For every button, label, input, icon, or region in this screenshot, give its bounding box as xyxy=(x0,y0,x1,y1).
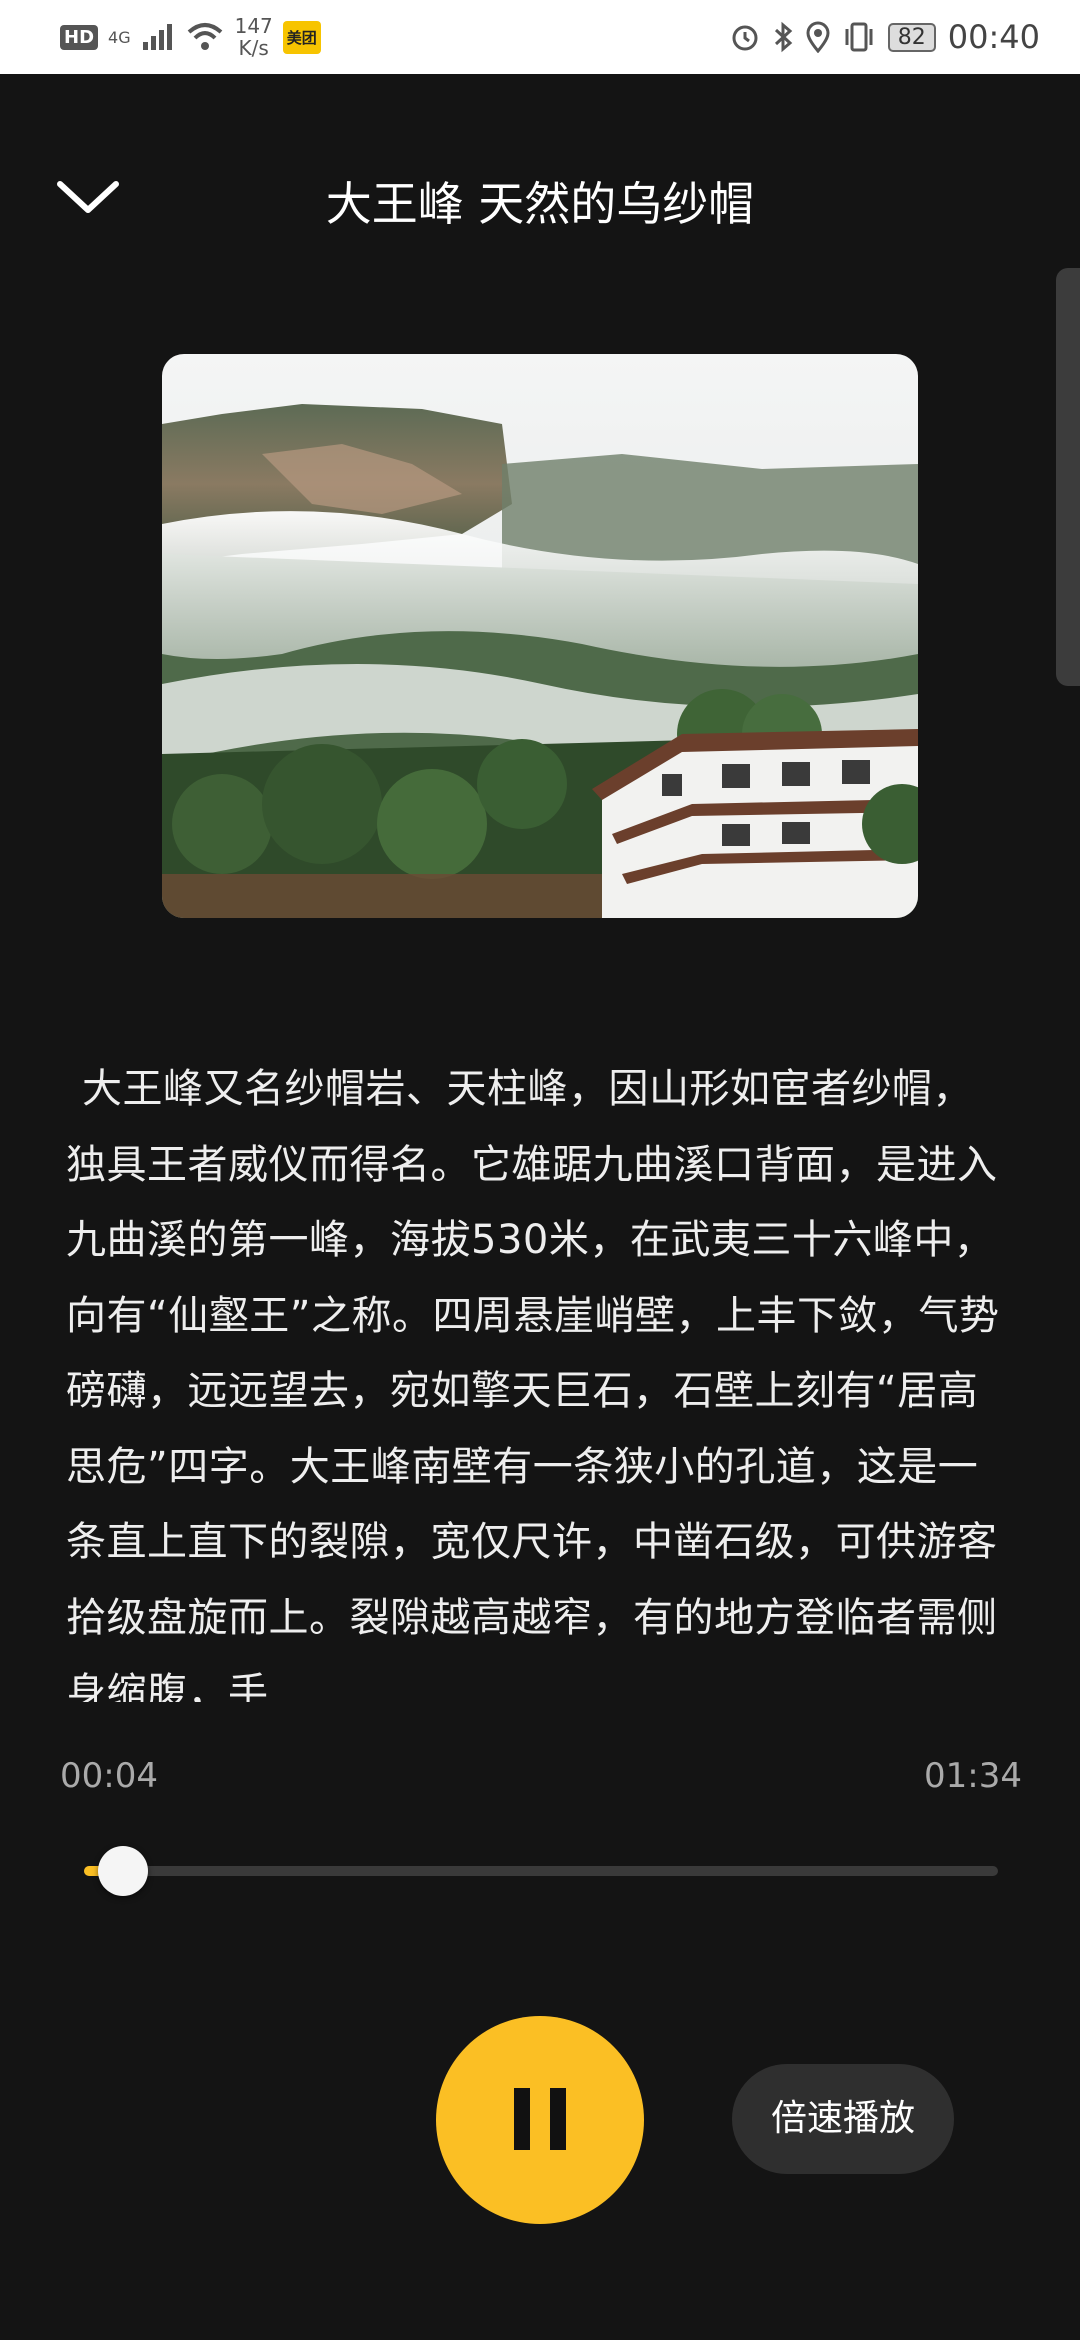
network-type: 4G xyxy=(108,27,131,47)
bluetooth-icon xyxy=(774,21,793,53)
meituan-app-icon: 美团 xyxy=(282,20,321,54)
pause-icon xyxy=(514,2088,530,2150)
page-title: 大王峰 天然的乌纱帽 xyxy=(325,177,755,231)
status-bar: HD 4G 147 K/s 美团 82 00:40 xyxy=(0,0,1080,74)
hd-badge: HD xyxy=(60,24,99,50)
current-time: 00:04 xyxy=(60,1756,158,1796)
description-text: 大王峰又名纱帽岩、天柱峰，因山形如宦者纱帽，独具王者威仪而得名。它雄踞九曲溪口背… xyxy=(66,1066,1000,1702)
progress-handle[interactable] xyxy=(98,1846,149,1896)
status-right: 82 00:40 xyxy=(730,14,1040,60)
cover-image xyxy=(162,354,918,918)
pause-icon-bar xyxy=(550,2088,566,2150)
network-speed: 147 K/s xyxy=(235,15,273,59)
speed-unit: K/s xyxy=(238,36,269,60)
progress-track[interactable] xyxy=(84,1846,998,1896)
total-time: 01:34 xyxy=(924,1756,1022,1796)
location-icon xyxy=(806,21,830,53)
status-left: HD 4G 147 K/s 美团 xyxy=(60,14,321,60)
wifi-icon xyxy=(187,23,222,50)
vibrate-icon xyxy=(845,22,873,52)
alarm-icon xyxy=(732,25,758,51)
playback-speed-button[interactable]: 倍速播放 xyxy=(732,2064,954,2174)
battery-level: 82 xyxy=(887,22,936,52)
pause-button[interactable] xyxy=(436,2016,644,2224)
mountain-photo-icon xyxy=(162,354,918,918)
status-clock: 00:40 xyxy=(947,18,1040,56)
signal-icon xyxy=(142,24,172,50)
speed-value: 147 xyxy=(234,14,273,38)
scrollbar-thumb[interactable] xyxy=(1056,268,1080,686)
